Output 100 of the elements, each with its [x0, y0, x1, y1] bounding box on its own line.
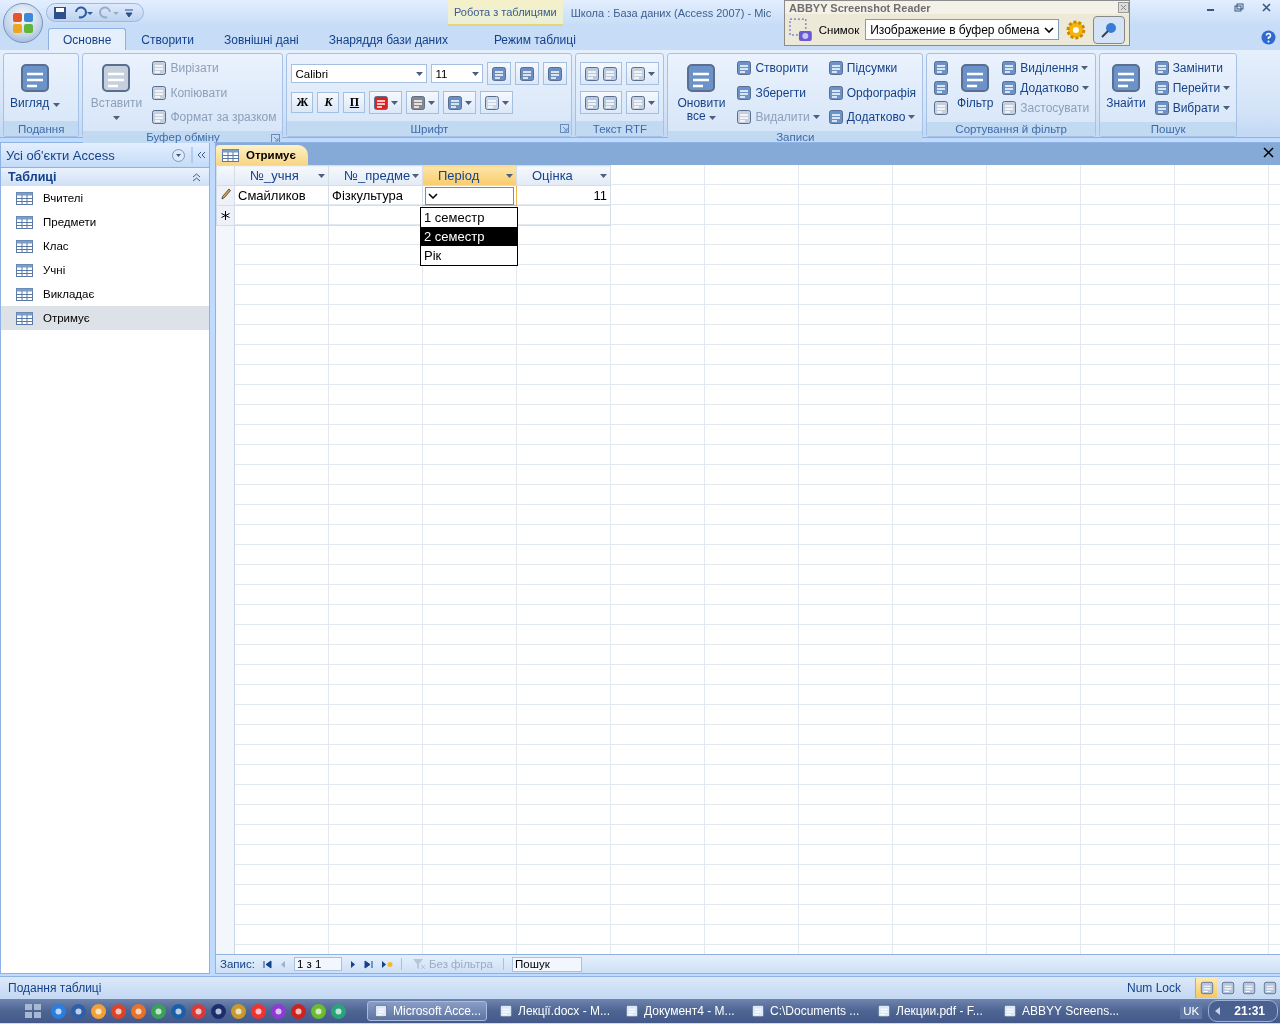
quick-launch-icon[interactable]	[170, 1002, 187, 1020]
row-color-button[interactable]	[480, 91, 514, 114]
font-style-button[interactable]: К	[317, 92, 340, 113]
save-icon[interactable]	[53, 5, 67, 20]
quick-launch-icon[interactable]	[130, 1002, 147, 1020]
collapse-up-icon[interactable]	[192, 172, 201, 182]
ribbon-tab[interactable]: Зовнішні дані	[208, 28, 314, 50]
quick-launch-icon[interactable]	[290, 1002, 307, 1020]
first-icon	[262, 959, 272, 969]
quick-launch-icon[interactable]	[50, 1002, 67, 1020]
column-header[interactable]: №_предме	[328, 165, 423, 186]
quick-launch-icon[interactable]	[70, 1002, 87, 1020]
ribbon-tab[interactable]: Створити	[126, 28, 209, 50]
ribbon-button[interactable]: Додатково	[825, 107, 919, 127]
last-record-button[interactable]	[363, 959, 373, 969]
ribbon-button[interactable]: Додатково	[999, 78, 1092, 98]
first-record-button[interactable]	[262, 959, 272, 969]
nav-item[interactable]: Вчителі	[1, 186, 209, 210]
ribbon-button[interactable]: Створити	[734, 58, 822, 78]
ribbon-button[interactable]: Оновити все	[672, 58, 731, 127]
ribbon-tab[interactable]: Основне	[48, 28, 127, 50]
taskbar-button[interactable]: Microsoft Acce...	[367, 1001, 487, 1021]
list-button[interactable]	[580, 91, 623, 114]
help-icon[interactable]	[1261, 30, 1276, 45]
quick-launch-icon[interactable]	[330, 1002, 347, 1020]
view-button[interactable]	[1196, 978, 1217, 998]
table-icon	[16, 311, 33, 325]
font-style-button[interactable]: П	[343, 92, 366, 113]
dropdown-option[interactable]: Рік	[421, 246, 517, 265]
quick-launch-icon[interactable]	[270, 1002, 287, 1020]
record-position-field[interactable]: 1 з 1	[293, 957, 342, 971]
gridlines-button[interactable]	[443, 91, 477, 114]
ribbon-button[interactable]: Замінити	[1151, 58, 1233, 78]
caret-icon	[52, 103, 60, 107]
pin-button[interactable]	[1093, 15, 1125, 44]
quick-launch-icon[interactable]	[310, 1002, 327, 1020]
align-left-button[interactable]	[487, 62, 512, 85]
next-record-button[interactable]	[349, 959, 356, 969]
close-icon[interactable]	[1263, 147, 1274, 158]
start-button[interactable]	[22, 1001, 44, 1021]
nav-item[interactable]: Клас	[1, 234, 209, 258]
combo-field[interactable]	[422, 185, 517, 206]
capture-mode-dropdown[interactable]: Изображение в буфер обмена	[865, 19, 1060, 40]
indent-button[interactable]	[580, 62, 623, 85]
ribbon-button[interactable]: Фільтр	[955, 58, 996, 114]
taskbar-button[interactable]: Документ4 - M...	[619, 1001, 739, 1021]
ribbon-tab[interactable]: Знаряддя бази даних	[313, 28, 463, 50]
ribbon-button[interactable]: Орфографія	[825, 82, 919, 103]
nav-item[interactable]: Викладає	[1, 282, 209, 306]
nav-section-header[interactable]: Таблиці	[8, 170, 57, 184]
paragraph-button[interactable]	[626, 62, 660, 85]
new-record-button[interactable]	[380, 959, 393, 969]
triangle-left-icon[interactable]	[1215, 1007, 1221, 1015]
ribbon-button[interactable]: Виділення	[999, 58, 1092, 78]
nav-item[interactable]: Предмети	[1, 210, 209, 234]
taskbar-button[interactable]: Лекции.pdf - F...	[871, 1001, 991, 1021]
undo-icon[interactable]	[73, 5, 93, 20]
document-tab[interactable]: Отримує	[216, 145, 308, 165]
font-size-field[interactable]: 11	[431, 64, 484, 83]
highlight-button[interactable]	[626, 91, 660, 114]
gear-icon[interactable]	[1065, 18, 1088, 41]
quick-launch-icon[interactable]	[250, 1002, 267, 1020]
restore-icon[interactable]	[1232, 2, 1246, 14]
quick-launch-icon[interactable]	[190, 1002, 207, 1020]
nav-item[interactable]: Учні	[1, 258, 209, 282]
ribbon-button[interactable]: Знайти	[1104, 58, 1148, 114]
font-name-field[interactable]: Calibri	[291, 64, 428, 83]
dropdown-option[interactable]: 2 семестр	[421, 227, 517, 246]
ribbon-button[interactable]: Перейти	[1151, 78, 1233, 98]
quick-launch-icon[interactable]	[210, 1002, 227, 1020]
align-right-button[interactable]	[543, 62, 568, 85]
font-style-button[interactable]: Ж	[291, 92, 314, 113]
column-header[interactable]: Оцінка	[516, 165, 611, 186]
customize-icon[interactable]	[125, 7, 133, 18]
font-color-button[interactable]	[369, 91, 403, 114]
new-record-row-selector[interactable]	[216, 205, 235, 226]
ribbon-button[interactable]: Вигляд	[8, 58, 62, 114]
align-center-button[interactable]	[515, 62, 540, 85]
language-indicator[interactable]: UK	[1180, 1003, 1203, 1019]
ribbon-button[interactable]: Зберегти	[734, 82, 822, 103]
quick-launch-icon[interactable]	[230, 1002, 247, 1020]
search-field[interactable]: Пошук	[512, 956, 582, 972]
quick-launch-icon[interactable]	[110, 1002, 127, 1020]
quick-launch-icon[interactable]	[150, 1002, 167, 1020]
chevron-down-icon[interactable]	[172, 148, 185, 162]
ribbon-button[interactable]: Підсумки	[825, 58, 919, 78]
quick-launch-icon[interactable]	[90, 1002, 107, 1020]
ribbon-button[interactable]: Вибрати	[1151, 98, 1233, 118]
camera-icon[interactable]	[789, 17, 813, 42]
nav-item[interactable]: Отримує	[1, 306, 209, 330]
taskbar-button[interactable]: ABBYY Screens...	[997, 1001, 1117, 1021]
close-icon[interactable]	[1260, 2, 1274, 14]
column-header[interactable]: №_учня	[234, 165, 329, 186]
taskbar-button[interactable]: C:\Documents ...	[745, 1001, 865, 1021]
taskbar-button[interactable]: Лекції.docx - M...	[493, 1001, 613, 1021]
ribbon-tab[interactable]: Режим таблиці	[478, 28, 591, 50]
column-header[interactable]: Період	[422, 165, 517, 186]
fill-color-button[interactable]	[406, 91, 440, 114]
caret-icon	[506, 173, 513, 178]
row-selector[interactable]	[216, 185, 235, 206]
